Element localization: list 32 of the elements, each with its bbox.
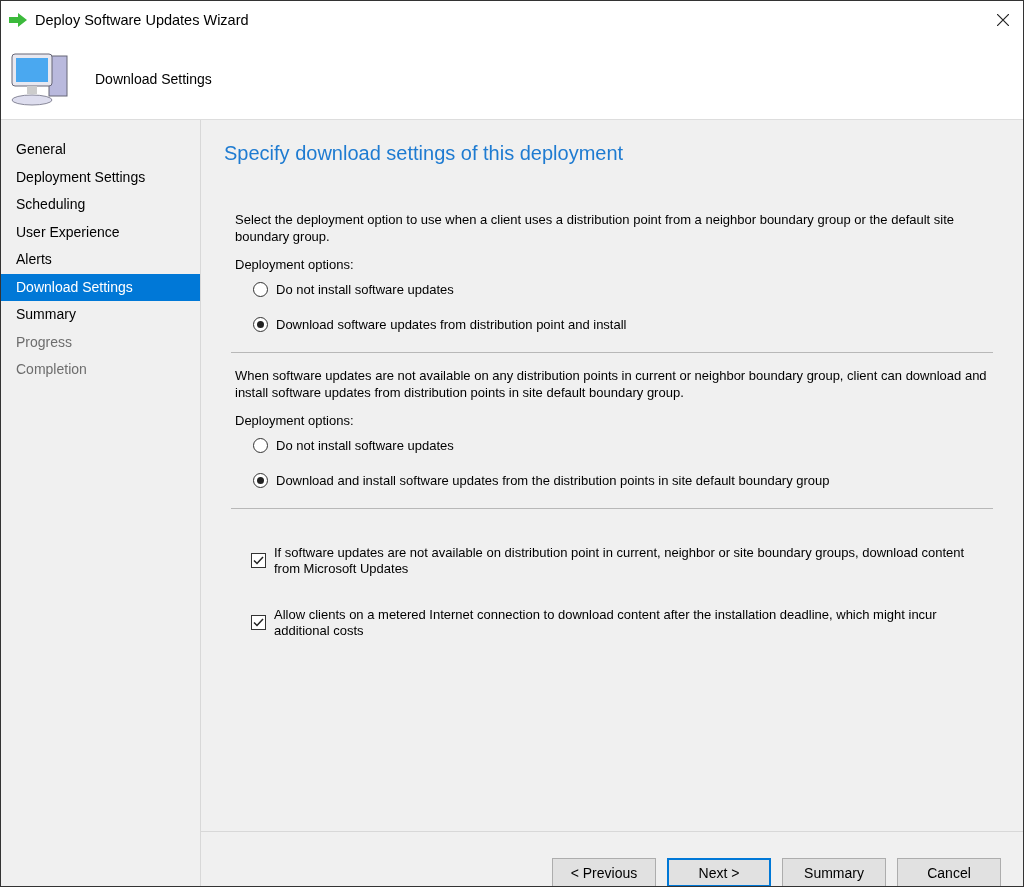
page-title: Download Settings	[95, 71, 212, 87]
radio-button[interactable]	[253, 473, 268, 488]
radio-button[interactable]	[253, 282, 268, 297]
sidebar-item[interactable]: Deployment Settings	[1, 163, 200, 191]
arrow-icon	[9, 13, 27, 27]
wizard-button[interactable]: < Previous	[552, 858, 656, 886]
sidebar-item[interactable]: Download Settings	[1, 273, 200, 301]
checkbox-label: Allow clients on a metered Internet connection to download content after the installation deadline, which might incur additional costs	[274, 607, 938, 639]
window-title: Deploy Software Updates Wizard	[35, 12, 249, 28]
sidebar-item[interactable]: Scheduling	[1, 191, 200, 219]
group-label: Deployment options:	[235, 413, 355, 428]
radio-label: Download software updates from distribution point and install	[276, 317, 627, 332]
wizard-button[interactable]: Cancel	[897, 858, 1001, 886]
sidebar-item[interactable]: General	[1, 136, 200, 164]
checkbox-label: If software updates are not available on distribution point in current, neighbor or site boundary groups, download content from Microsoft Updates	[274, 545, 966, 577]
radio-label: Download and install software updates from the distribution points in site default boundary group	[276, 473, 830, 488]
group-label: Deployment options:	[235, 257, 355, 272]
radio-label: Do not install software updates	[276, 438, 454, 453]
radio-button[interactable]	[253, 317, 268, 332]
description-text: Select the deployment option to use when a client uses a distribution point from a neighbor boundary group or the default site boundary group.	[235, 211, 956, 245]
wizard-button[interactable]: Summary	[782, 858, 886, 886]
checkbox[interactable]	[251, 615, 266, 630]
wizard-button[interactable]: Next >	[667, 858, 771, 886]
radio-label: Do not install software updates	[276, 282, 454, 297]
sidebar-item[interactable]: User Experience	[1, 218, 200, 246]
checkbox[interactable]	[251, 553, 266, 568]
sidebar-item[interactable]: Alerts	[1, 246, 200, 274]
radio-button[interactable]	[253, 438, 268, 453]
page-heading: Specify download settings of this deployment	[224, 142, 625, 165]
close-icon[interactable]	[997, 14, 1009, 26]
description-text: When software updates are not available on any distribution points in current or neighbor boundary group, client can download and install software updates from distribution points in site default boundary group.	[235, 367, 988, 401]
sidebar-item[interactable]: Summary	[1, 301, 200, 329]
